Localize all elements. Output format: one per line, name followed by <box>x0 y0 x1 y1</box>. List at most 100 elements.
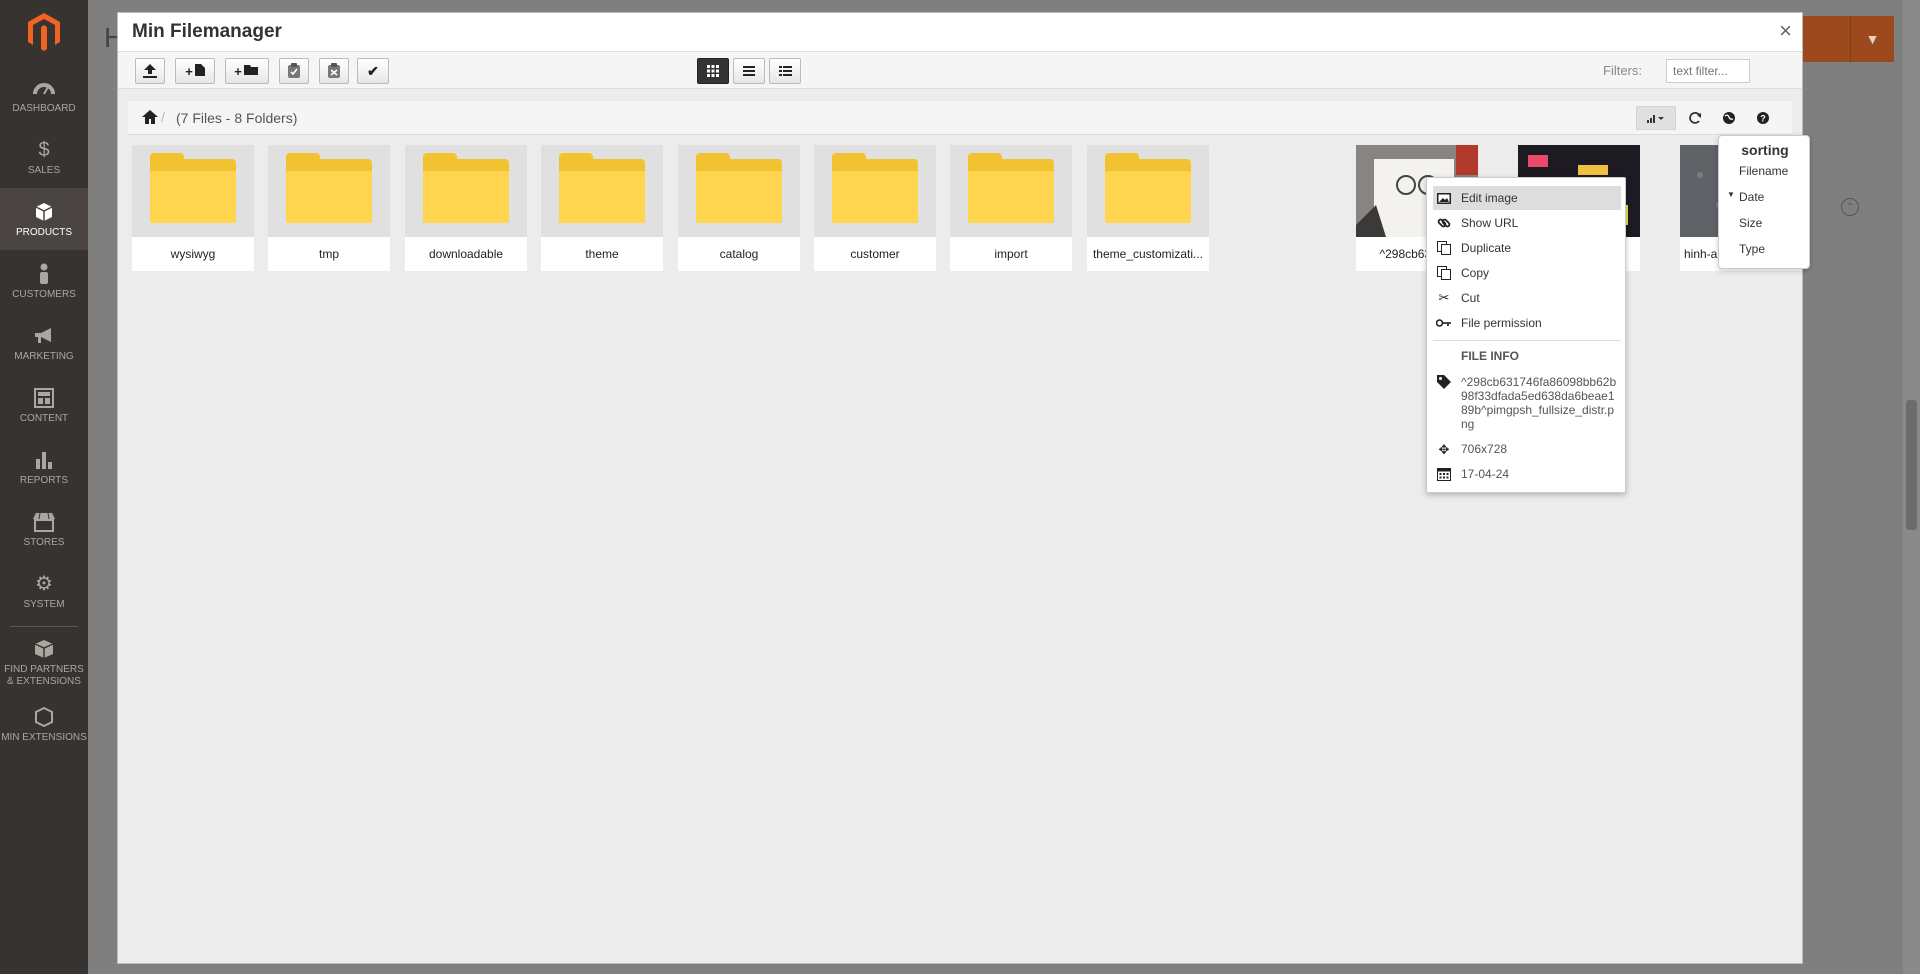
view-grid-button[interactable] <box>697 58 729 84</box>
menu-item-show-url[interactable]: Show URL <box>1433 211 1621 235</box>
sort-option-size[interactable]: Size <box>1739 216 1762 230</box>
sidebar-item-min-extensions[interactable]: MIN EXTENSIONS <box>0 693 88 755</box>
folder-name: catalog <box>719 247 759 261</box>
filter-input[interactable] <box>1666 59 1750 83</box>
sidebar-item-dashboard[interactable]: DASHBOARD <box>0 64 88 126</box>
folder-icon <box>814 145 936 237</box>
view-columns-button[interactable] <box>769 58 801 84</box>
folder-tile[interactable]: customer <box>814 145 936 271</box>
menu-item-edit-image[interactable]: Edit image <box>1433 186 1621 210</box>
table-icon <box>778 66 792 76</box>
chevron-down-icon: ▼ <box>1865 31 1880 47</box>
menu-item-duplicate[interactable]: Duplicate <box>1433 236 1621 260</box>
file-info-name: ^298cb631746fa86098bb62b98f33dfada5ed638… <box>1433 375 1621 431</box>
menu-item-label: Show URL <box>1461 216 1519 230</box>
upload-button[interactable] <box>135 58 165 84</box>
sidebar-item-sales[interactable]: $ SALES <box>0 126 88 188</box>
svg-text:?: ? <box>1760 114 1766 124</box>
folder-tile[interactable]: downloadable <box>405 145 527 271</box>
folder-icon <box>268 145 390 237</box>
sidebar-item-label: MIN EXTENSIONS <box>1 731 87 743</box>
sidebar-item-customers[interactable]: CUSTOMERS <box>0 250 88 312</box>
menu-item-copy[interactable]: Copy <box>1433 261 1621 285</box>
folder-name: theme <box>585 247 619 261</box>
sort-option-date[interactable]: Date <box>1739 190 1764 204</box>
folder-name: customer <box>850 247 900 261</box>
sidebar-item-system[interactable]: ⚙ SYSTEM <box>0 560 88 622</box>
menu-divider <box>1433 340 1621 341</box>
clipboard-check-icon <box>288 63 300 78</box>
clipboard-x-icon <box>328 63 340 78</box>
refresh-icon[interactable] <box>1684 106 1706 130</box>
duplicate-icon <box>1433 241 1455 255</box>
select-all-button[interactable]: ✔ <box>357 58 389 84</box>
magento-logo[interactable] <box>0 0 88 64</box>
folder-tile[interactable]: catalog <box>678 145 800 271</box>
tag-icon <box>1433 375 1455 431</box>
sidebar-item-label: CONTENT <box>19 412 69 424</box>
filters-label: Filters: <box>1603 63 1642 78</box>
gear-icon: ⚙ <box>35 572 53 595</box>
sidebar-item-label: FIND PARTNERS & EXTENSIONS <box>4 663 84 687</box>
clear-clipboard-button[interactable] <box>319 58 349 84</box>
sidebar-item-content[interactable]: CONTENT <box>0 374 88 436</box>
sidebar-item-marketing[interactable]: MARKETING <box>0 312 88 374</box>
scissors-icon: ✂ <box>1438 290 1450 305</box>
folder-tile[interactable]: import <box>950 145 1072 271</box>
collapse-icon[interactable]: ⌃ <box>1841 198 1859 216</box>
globe-icon[interactable] <box>1718 106 1740 130</box>
admin-sidebar: DASHBOARD $ SALES PRODUCTS CUSTOMERS MAR… <box>0 0 88 974</box>
sidebar-divider <box>10 626 78 627</box>
folder-tile[interactable]: theme <box>541 145 663 271</box>
folder-icon <box>132 145 254 237</box>
paste-button[interactable] <box>279 58 309 84</box>
store-icon <box>32 510 56 534</box>
sidebar-item-stores[interactable]: STORES <box>0 498 88 560</box>
save-dropdown-button[interactable]: ▼ <box>1850 16 1894 62</box>
grid-icon <box>707 65 719 77</box>
folder-name: wysiwyg <box>170 247 216 261</box>
sort-option-type[interactable]: Type <box>1739 242 1765 256</box>
sidebar-item-label: MARKETING <box>14 350 74 362</box>
help-icon[interactable]: ? <box>1752 106 1774 130</box>
new-folder-button[interactable]: + <box>225 58 269 84</box>
new-file-button[interactable]: + <box>175 58 215 84</box>
key-icon <box>1433 319 1455 327</box>
sidebar-item-find-partners[interactable]: FIND PARTNERS & EXTENSIONS <box>0 631 88 693</box>
folder-tile[interactable]: theme_customizati... <box>1087 145 1209 271</box>
sorting-header: sorting <box>1741 142 1789 158</box>
menu-item-label: Cut <box>1461 291 1480 305</box>
menu-item-label: File permission <box>1461 316 1542 330</box>
home-icon[interactable] <box>142 110 158 124</box>
file-info-dimensions: ✥ 706x728 <box>1433 442 1621 458</box>
filemanager-modal: Min Filemanager × + + ✔ Filters: text fi… <box>117 12 1810 964</box>
folder-tile[interactable]: wysiwyg <box>132 145 254 271</box>
folder-name: downloadable <box>428 247 504 261</box>
folder-name: tmp <box>318 247 339 261</box>
menu-item-label: Edit image <box>1461 191 1518 205</box>
view-list-button[interactable] <box>733 58 765 84</box>
sidebar-item-reports[interactable]: REPORTS <box>0 436 88 498</box>
bar-chart-icon <box>34 448 54 472</box>
context-menu: Edit image Show URL Duplicate Copy ✂ Cut… <box>1426 177 1626 493</box>
sidebar-item-label: DASHBOARD <box>12 102 76 114</box>
cube-icon <box>35 200 53 224</box>
close-icon[interactable]: × <box>1779 19 1792 43</box>
folder-tile[interactable]: tmp <box>268 145 390 271</box>
sort-option-filename[interactable]: Filename <box>1739 164 1788 178</box>
menu-item-file-permission[interactable]: File permission <box>1433 311 1621 335</box>
sidebar-item-label: STORES <box>23 536 65 548</box>
file-info-header: FILE INFO <box>1461 349 1519 363</box>
sidebar-item-products[interactable]: PRODUCTS <box>0 188 88 250</box>
scrollbar-thumb[interactable] <box>1906 400 1917 530</box>
list-icon <box>743 66 755 76</box>
file-info-date: 17-04-24 <box>1433 467 1621 481</box>
menu-item-cut[interactable]: ✂ Cut <box>1433 286 1621 310</box>
sort-dropdown-button[interactable] <box>1636 106 1676 130</box>
page-scrollbar[interactable] <box>1903 0 1920 974</box>
file-count: (7 Files - 8 Folders) <box>176 110 298 126</box>
calendar-icon <box>1433 467 1455 481</box>
person-icon <box>38 262 50 286</box>
magento-logo-icon <box>28 13 60 51</box>
sidebar-item-label: SYSTEM <box>23 598 65 610</box>
